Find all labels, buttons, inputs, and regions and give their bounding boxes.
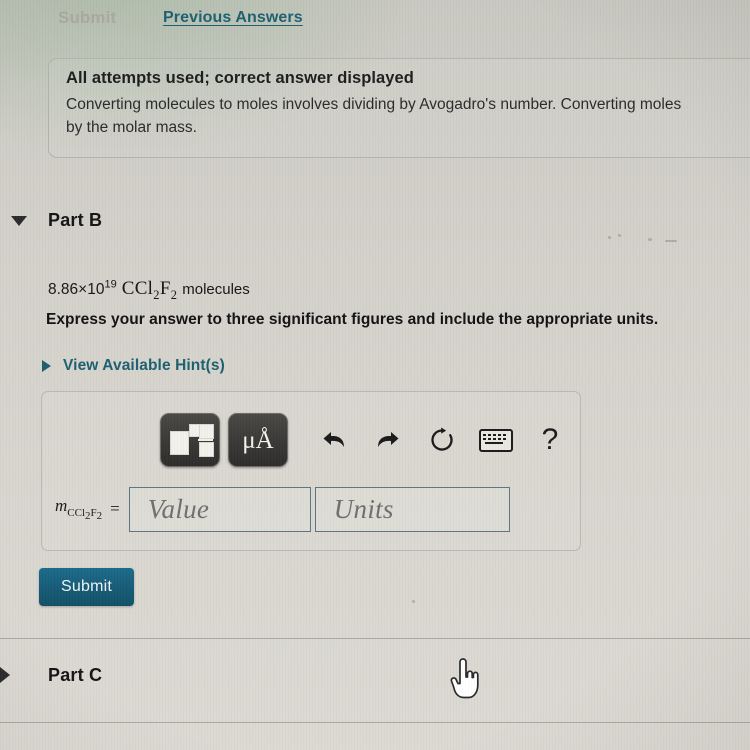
undo-button[interactable]: [308, 415, 360, 465]
formula-compound: CCl2F2: [121, 278, 178, 302]
redo-button[interactable]: [362, 415, 414, 465]
value-input-placeholder: Value: [147, 493, 210, 524]
help-button[interactable]: ?: [524, 415, 576, 465]
part-b-label: Part B: [48, 210, 103, 230]
answer-toolbar: μÅ ?: [160, 412, 578, 468]
value-input[interactable]: Value: [128, 486, 311, 532]
feedback-body: Converting molecules to moles involves d…: [66, 93, 750, 139]
undo-arrow-icon: [323, 432, 344, 447]
units-input-placeholder: Units: [333, 493, 394, 524]
photo-artifact: [608, 236, 611, 239]
mu-angstrom-icon: μÅ: [242, 426, 274, 454]
math-template-icon: [170, 423, 214, 457]
submit-button[interactable]: Submit: [39, 568, 134, 606]
redo-arrow-icon: [378, 432, 399, 447]
formula-exponent: 19: [104, 278, 117, 291]
part-c-label: Part C: [48, 665, 103, 685]
units-input[interactable]: Units: [314, 486, 510, 532]
math-template-button[interactable]: [160, 413, 220, 467]
top-action-row: Submit Previous Answers: [0, 0, 750, 42]
feedback-body-line-2: by the molar mass.: [66, 119, 197, 136]
view-available-hints-link[interactable]: View Available Hint(s): [63, 357, 225, 375]
section-divider: [0, 638, 750, 639]
question-mark-icon: ?: [541, 423, 559, 456]
feedback-title: All attempts used; correct answer displa…: [66, 69, 414, 87]
photo-artifact: [618, 234, 621, 237]
question-instruction: Express your answer to three significant…: [46, 311, 659, 328]
answer-input-row: mCCl2F2 = Value Units: [55, 483, 575, 535]
caret-right-icon[interactable]: [0, 667, 10, 683]
part-c-header[interactable]: Part C: [0, 658, 750, 698]
refresh-circle-icon: [431, 427, 453, 451]
unit-symbols-button[interactable]: μÅ: [228, 413, 288, 467]
photo-artifact: [665, 240, 677, 242]
keyboard-button[interactable]: [470, 415, 522, 465]
screenshot-canvas: Submit Previous Answers All attempts use…: [0, 0, 750, 750]
feedback-body-line-1: Converting molecules to moles involves d…: [66, 96, 682, 113]
caret-down-icon[interactable]: [11, 216, 27, 226]
caret-right-icon-hints[interactable]: [42, 360, 51, 372]
previous-answers-link[interactable]: Previous Answers: [163, 9, 303, 27]
photo-artifact: [412, 600, 415, 603]
formula-unit-word: molecules: [182, 281, 250, 298]
part-b-header[interactable]: Part B: [0, 203, 750, 243]
formula-coefficient: 8.86×10: [48, 281, 105, 298]
photo-artifact: [648, 238, 652, 241]
submit-button-disabled: Submit: [58, 8, 117, 27]
equals-sign: =: [110, 499, 120, 518]
keyboard-icon: [479, 428, 513, 452]
section-divider-bottom: [0, 722, 750, 723]
answer-variable-label: mCCl2F2: [55, 496, 103, 522]
question-formula: 8.86×1019 CCl2F2 molecules: [48, 278, 250, 303]
reset-button[interactable]: [416, 415, 468, 465]
